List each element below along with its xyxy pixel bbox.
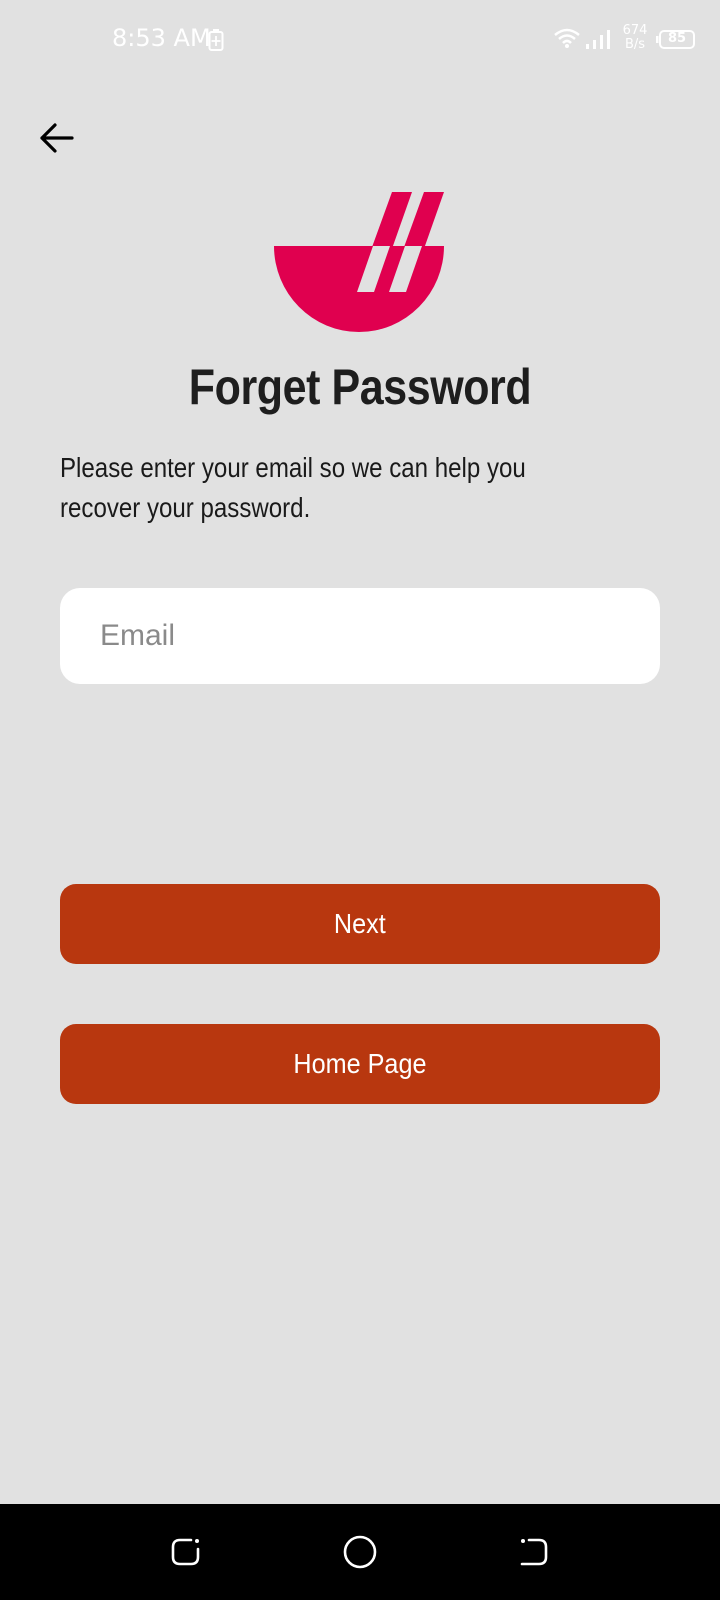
bowl-logo-icon <box>274 192 444 332</box>
recents-icon <box>171 1538 200 1566</box>
battery-charging-icon <box>208 28 224 57</box>
recents-button[interactable] <box>162 1528 210 1576</box>
next-button-label: Next <box>334 908 386 939</box>
wifi-icon <box>554 28 580 53</box>
back-nav-icon <box>520 1538 548 1566</box>
signal-strength-icon <box>586 28 614 55</box>
status-bar: 8:53 AM 674 B/s 85 <box>0 0 720 80</box>
network-speed-value: 674 <box>622 23 648 38</box>
status-time: 8:53 AM <box>112 24 211 52</box>
back-nav-button[interactable] <box>510 1528 558 1576</box>
network-speed: 674 B/s <box>620 24 650 52</box>
next-button[interactable]: Next <box>60 884 660 964</box>
app-logo <box>272 190 448 339</box>
page-title: Forget Password <box>188 359 532 415</box>
system-navigation-bar <box>0 1504 720 1600</box>
home-circle-icon <box>343 1535 377 1569</box>
arrow-left-icon <box>40 123 74 153</box>
back-button[interactable] <box>28 110 84 166</box>
network-speed-unit: B/s <box>624 37 646 52</box>
instructions-text: Please enter your email so we can help y… <box>60 452 526 523</box>
home-page-button-label: Home Page <box>293 1048 427 1079</box>
home-nav-button[interactable] <box>336 1528 384 1576</box>
home-page-button[interactable]: Home Page <box>60 1024 660 1104</box>
email-field[interactable] <box>60 588 660 684</box>
battery-level: 85 <box>667 31 687 46</box>
